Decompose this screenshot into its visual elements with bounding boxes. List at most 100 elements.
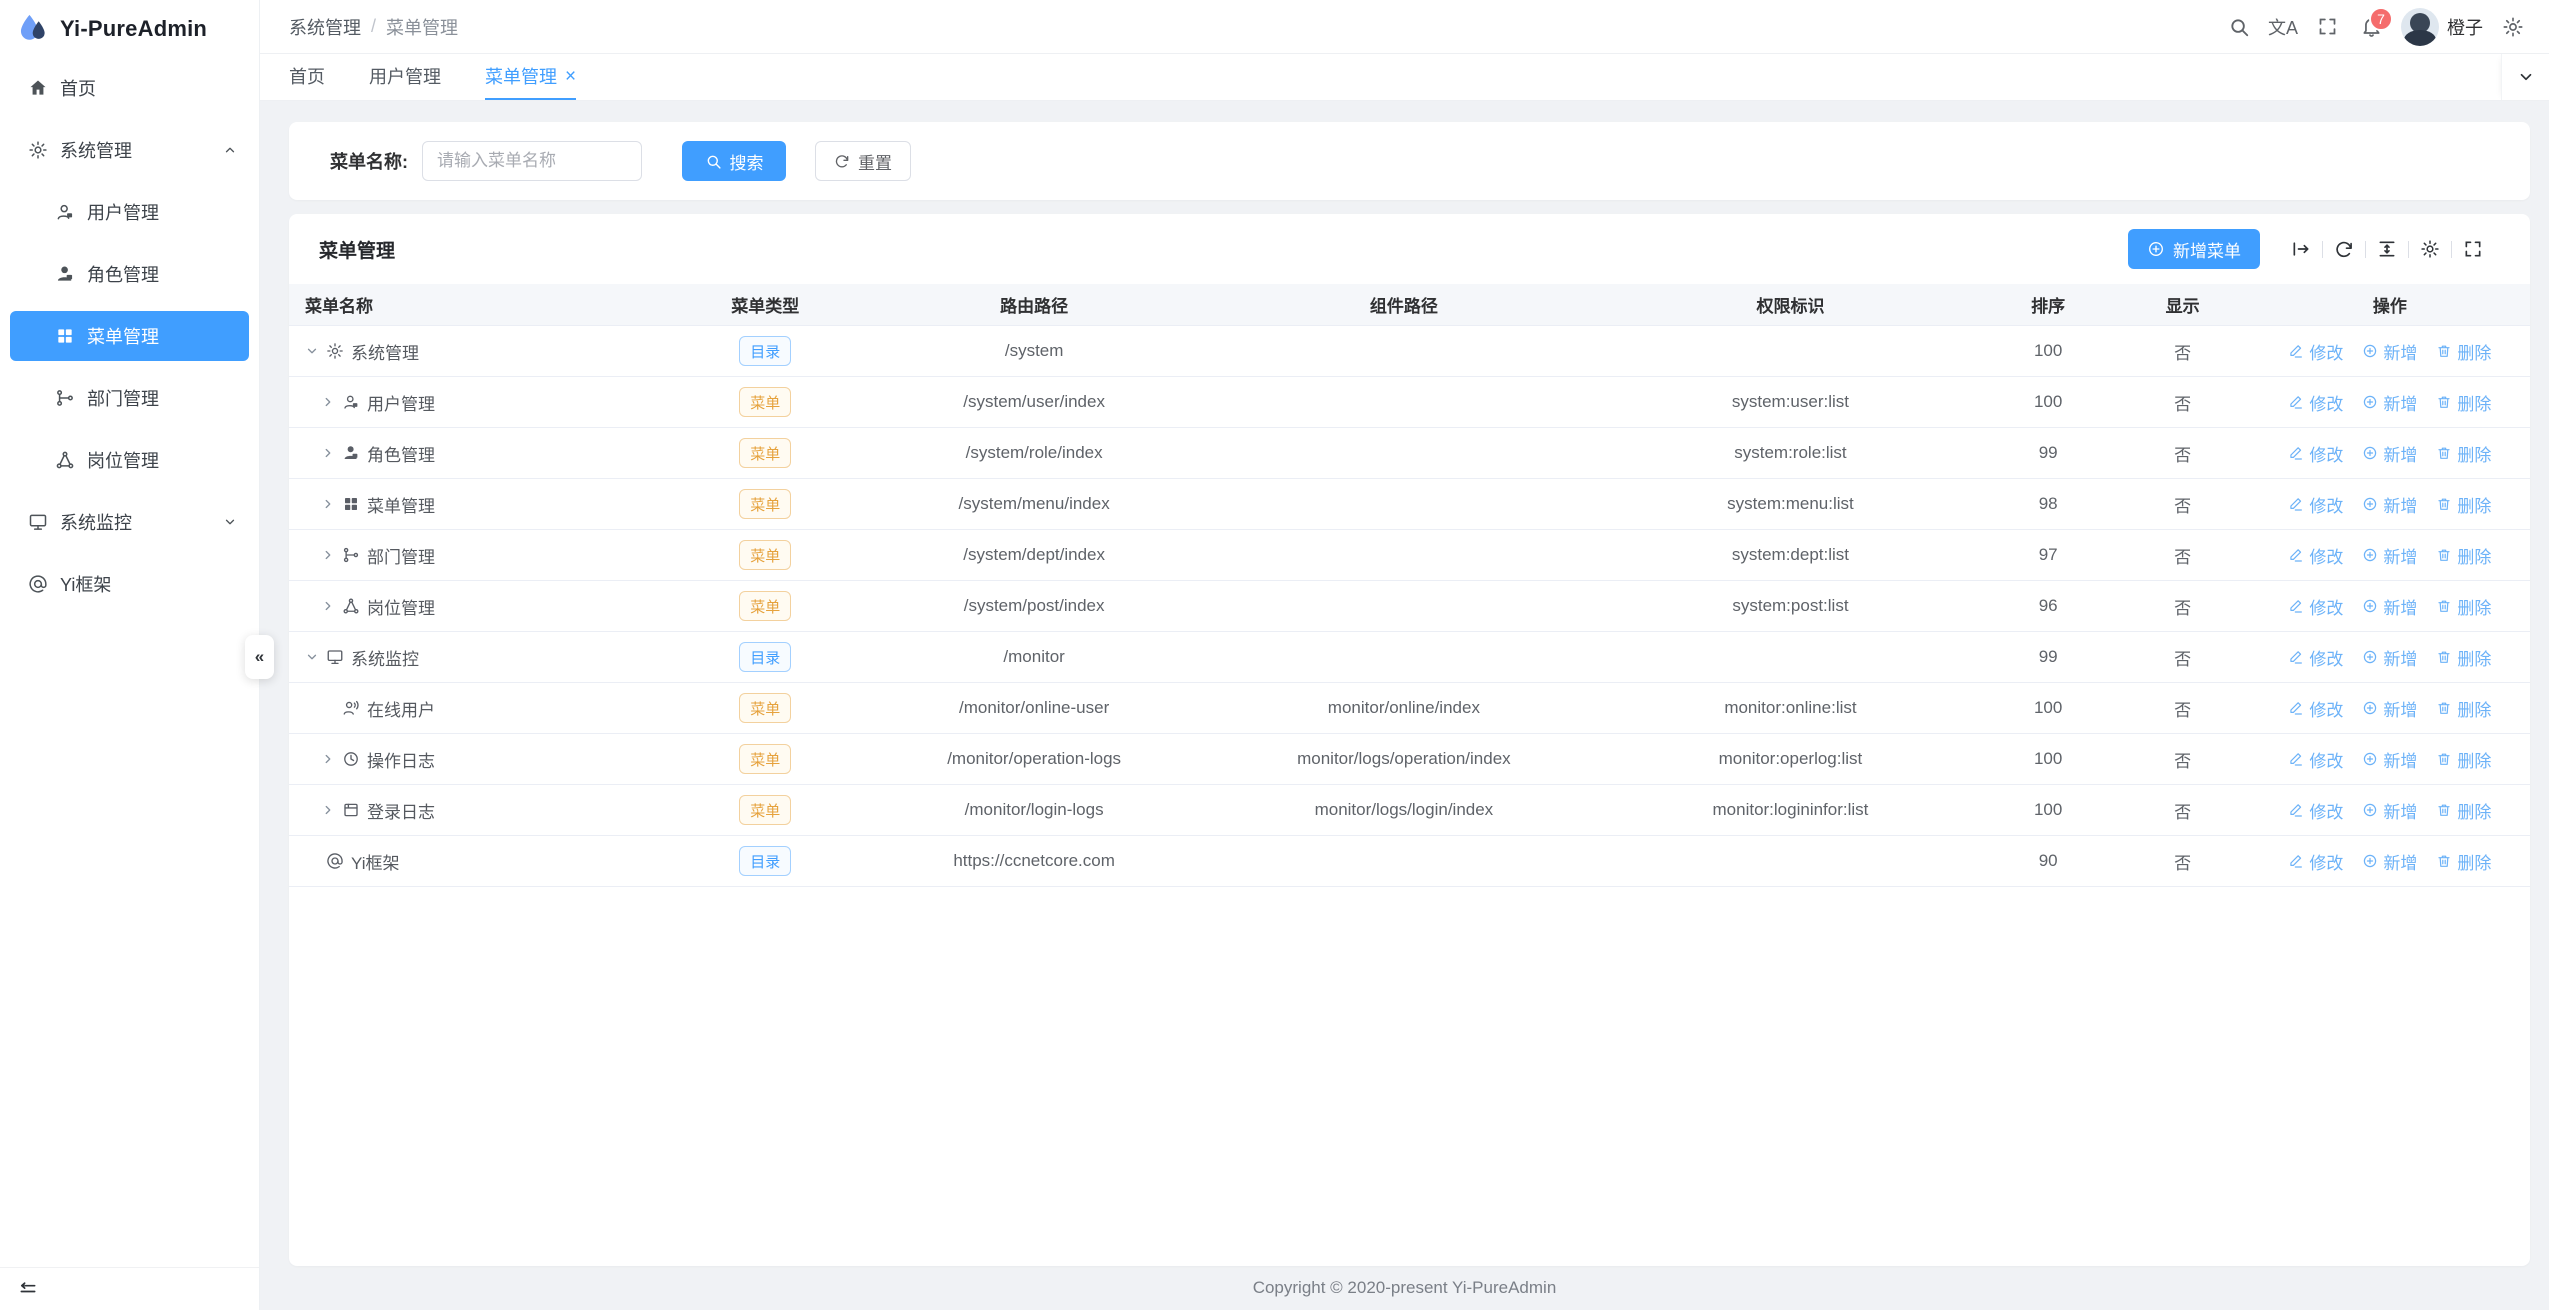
delete-link[interactable]: 删除 [2436,849,2491,874]
add-link[interactable]: 新增 [2362,594,2417,619]
chevron-down-icon [223,515,237,529]
menu-type-tag: 目录 [739,336,791,366]
content: 菜单名称: 搜索 重置 菜单管理 新增 [260,101,2549,1266]
delete-link[interactable]: 删除 [2436,492,2491,517]
breadcrumb-separator: / [371,16,376,37]
edit-link[interactable]: 修改 [2288,390,2343,415]
tabbar: 首页 用户管理 菜单管理 × [260,54,2549,101]
edit-link[interactable]: 修改 [2288,594,2343,619]
user-menu[interactable]: 橙子 [2393,8,2491,46]
expand-arrow-icon[interactable] [321,446,335,460]
column-header: 权限标识 [1600,292,1981,317]
delete-link[interactable]: 删除 [2436,339,2491,364]
add-link[interactable]: 新增 [2362,492,2417,517]
tabs-dropdown-button[interactable] [2501,54,2549,100]
sidebar-item-monitor[interactable]: 系统监控 [10,497,249,547]
add-link[interactable]: 新增 [2362,849,2417,874]
delete-link[interactable]: 删除 [2436,798,2491,823]
table-fullscreen-button[interactable] [2452,234,2494,264]
edit-link[interactable]: 修改 [2288,645,2343,670]
add-link[interactable]: 新增 [2362,390,2417,415]
add-link[interactable]: 新增 [2362,441,2417,466]
edit-icon [2288,700,2304,716]
sidebar-item-yi-framework[interactable]: Yi框架 [10,559,249,609]
delete-link[interactable]: 删除 [2436,441,2491,466]
table-row: 系统监控 目录 /monitor 99 否 修改 新增 删除 [289,632,2530,683]
dept-icon [55,388,75,408]
expand-arrow-icon[interactable] [321,752,335,766]
delete-link[interactable]: 删除 [2436,594,2491,619]
menu-fold-icon[interactable] [18,1279,38,1299]
column-settings-button[interactable] [2409,234,2451,264]
plus-circle-icon [2362,394,2378,410]
app-root: Yi-PureAdmin 首页 系统管理 用户管理 角色管理 菜单 [0,0,2549,1310]
reset-button[interactable]: 重置 [815,141,911,181]
edit-link[interactable]: 修改 [2288,696,2343,721]
expand-arrow-icon[interactable] [305,344,319,358]
search-button[interactable] [2217,5,2261,49]
translate-button[interactable]: 文A [2261,5,2305,49]
settings-button[interactable] [2491,5,2535,49]
delete-link[interactable]: 删除 [2436,696,2491,721]
sidebar-item-users[interactable]: 用户管理 [10,187,249,237]
edit-link[interactable]: 修改 [2288,543,2343,568]
delete-link[interactable]: 删除 [2436,645,2491,670]
refresh-table-button[interactable] [2323,234,2365,264]
sidebar-item-posts[interactable]: 岗位管理 [10,435,249,485]
delete-link[interactable]: 删除 [2436,390,2491,415]
notifications-button[interactable]: 7 [2349,5,2393,49]
edit-link[interactable]: 修改 [2288,441,2343,466]
plus-circle-icon [2147,240,2165,258]
expand-arrow-icon[interactable] [321,548,335,562]
add-link[interactable]: 新增 [2362,798,2417,823]
add-link[interactable]: 新增 [2362,339,2417,364]
menu-name-input[interactable] [422,141,642,181]
delete-link[interactable]: 删除 [2436,543,2491,568]
translate-icon: 文A [2268,14,2298,40]
edit-link[interactable]: 修改 [2288,747,2343,772]
sidebar-item-home[interactable]: 首页 [10,63,249,113]
delete-link[interactable]: 删除 [2436,747,2491,772]
expand-arrow-icon[interactable] [321,803,335,817]
droplet-logo-icon [16,12,50,46]
refresh-icon [2334,239,2354,259]
sidebar-item-system[interactable]: 系统管理 [10,125,249,175]
gear-icon [2420,239,2440,259]
close-icon[interactable]: × [565,67,576,86]
add-menu-button[interactable]: 新增菜单 [2128,229,2260,269]
add-link[interactable]: 新增 [2362,747,2417,772]
sidebar-item-menus[interactable]: 菜单管理 [10,311,249,361]
fullscreen-button[interactable] [2305,5,2349,49]
visible-value: 否 [2115,696,2249,721]
sidebar-item-roles[interactable]: 角色管理 [10,249,249,299]
menu-name: 系统监控 [351,645,419,670]
sidebar-item-depts[interactable]: 部门管理 [10,373,249,423]
expand-arrow-icon[interactable] [321,599,335,613]
add-link[interactable]: 新增 [2362,645,2417,670]
visible-value: 否 [2115,390,2249,415]
expand-all-button[interactable] [2280,234,2322,264]
edit-link[interactable]: 修改 [2288,492,2343,517]
expand-arrow-icon[interactable] [305,650,319,664]
search-submit-button[interactable]: 搜索 [682,141,786,181]
add-link[interactable]: 新增 [2362,543,2417,568]
add-link[interactable]: 新增 [2362,696,2417,721]
sidebar-menu: 首页 系统管理 用户管理 角色管理 菜单管理 部门管理 [0,58,259,609]
breadcrumb-item[interactable]: 系统管理 [289,14,361,40]
expand-arrow-icon[interactable] [321,395,335,409]
tab-user-management[interactable]: 用户管理 [369,54,441,100]
edit-link[interactable]: 修改 [2288,339,2343,364]
edit-link[interactable]: 修改 [2288,849,2343,874]
table-toolbar: 新增菜单 [2128,229,2494,269]
breadcrumb-item-current: 菜单管理 [386,14,458,40]
expand-arrow-icon[interactable] [321,497,335,511]
tab-menu-management[interactable]: 菜单管理 × [485,54,576,100]
sidebar-collapse-button[interactable]: « [245,635,274,679]
trash-icon [2436,496,2452,512]
sort-value: 100 [1981,749,2115,769]
density-button[interactable] [2366,234,2408,264]
tab-home[interactable]: 首页 [289,54,325,100]
route-path: /monitor/operation-logs [860,749,1207,769]
menu-type-tag: 菜单 [739,438,791,468]
edit-link[interactable]: 修改 [2288,798,2343,823]
